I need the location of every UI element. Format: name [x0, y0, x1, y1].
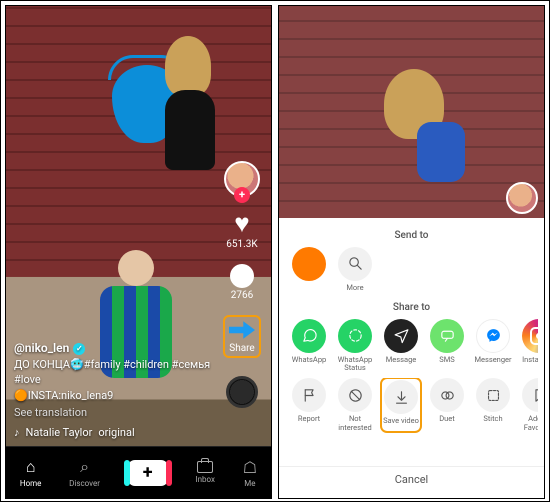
- sound-disc[interactable]: [226, 376, 258, 408]
- share-apps-row: WhatsApp WhatsApp Status Message SMS Mes…: [285, 319, 538, 379]
- bottom-nav: ⌂Home ⌕Discover + Inbox ☖Me: [6, 446, 271, 498]
- contact-avatar-icon: [292, 247, 326, 281]
- search-icon: [338, 247, 372, 281]
- nav-discover[interactable]: ⌕Discover: [69, 457, 100, 488]
- music-note-icon: ♪: [14, 425, 20, 440]
- author-avatar[interactable]: [224, 161, 260, 197]
- share-actions-row: Report Not interested Save video Duet St…: [285, 378, 538, 438]
- comment-icon: [230, 264, 254, 288]
- author-avatar[interactable]: [506, 182, 538, 214]
- not-interested-icon: [338, 378, 372, 412]
- plus-icon: +: [128, 460, 168, 486]
- action-report[interactable]: Report: [289, 378, 329, 432]
- comment-button[interactable]: 2766: [230, 264, 254, 301]
- action-favorite[interactable]: Add to Favorites: [519, 378, 538, 432]
- instagram-icon: [522, 319, 538, 353]
- share-sheet-screen: Send to More Share to WhatsApp WhatsApp …: [278, 5, 545, 499]
- whatsapp-icon: [292, 319, 326, 353]
- share-sms[interactable]: SMS: [427, 319, 467, 373]
- share-instagram[interactable]: Instagram: [519, 319, 538, 373]
- insta-text: 🟠INSTA:niko_lena9: [14, 388, 211, 403]
- author-row[interactable]: @niko_len ✓: [14, 340, 211, 357]
- android-softkeys: [6, 498, 271, 499]
- sound-title: Natalie Taylor: [26, 425, 93, 440]
- discover-icon: ⌕: [80, 457, 89, 477]
- send-contact[interactable]: [289, 247, 329, 292]
- share-whatsapp-status[interactable]: WhatsApp Status: [335, 319, 375, 373]
- sound-suffix: original: [98, 425, 134, 440]
- messenger-icon: [476, 319, 510, 353]
- send-to-heading: Send to: [285, 230, 538, 241]
- verified-icon: ✓: [73, 343, 85, 355]
- cancel-button[interactable]: Cancel: [279, 466, 544, 492]
- caption-area: @niko_len ✓ ДО КОНЦА🥶#family #children #…: [14, 340, 211, 440]
- feed-screen: ♥ 651.3K 2766 Share @niko_len ✓ ДО КОНЦА…: [5, 5, 272, 499]
- report-icon: [292, 378, 326, 412]
- nav-home[interactable]: ⌂Home: [20, 457, 42, 488]
- inbox-icon: [197, 461, 213, 473]
- caption-text: ДО КОНЦА🥶#family #children #семья #love: [14, 357, 211, 388]
- share-label: Share: [229, 343, 254, 354]
- sound-row[interactable]: ♪ Natalie Taylor original: [14, 425, 211, 440]
- download-icon: [384, 380, 418, 414]
- nav-me[interactable]: ☖Me: [243, 458, 257, 488]
- like-count: 651.3K: [226, 239, 257, 250]
- see-translation[interactable]: See translation: [14, 405, 211, 420]
- share-message[interactable]: Message: [381, 319, 421, 373]
- heart-icon: ♥: [234, 211, 249, 237]
- feed-video[interactable]: ♥ 651.3K 2766 Share @niko_len ✓ ДО КОНЦА…: [6, 6, 271, 498]
- video-peek: [279, 6, 544, 218]
- send-to-row: More: [285, 247, 538, 298]
- share-sheet: Send to More Share to WhatsApp WhatsApp …: [279, 218, 544, 498]
- nav-create[interactable]: +: [128, 460, 168, 486]
- action-rail: ♥ 651.3K 2766 Share: [219, 161, 265, 408]
- like-button[interactable]: ♥ 651.3K: [226, 211, 257, 250]
- home-icon: ⌂: [26, 457, 36, 477]
- action-duet[interactable]: Duet: [427, 378, 467, 432]
- bookmark-icon: [522, 378, 538, 412]
- author-handle: @niko_len: [14, 340, 69, 357]
- send-more[interactable]: More: [335, 247, 375, 292]
- share-icon: [229, 319, 255, 341]
- profile-icon: ☖: [243, 458, 257, 477]
- message-icon: [384, 319, 418, 353]
- action-rail-peek: [506, 182, 538, 214]
- share-to-heading: Share to: [285, 302, 538, 313]
- share-whatsapp[interactable]: WhatsApp: [289, 319, 329, 373]
- action-not-interested[interactable]: Not interested: [335, 378, 375, 432]
- duet-icon: [430, 378, 464, 412]
- share-button[interactable]: Share: [223, 315, 261, 358]
- whatsapp-status-icon: [338, 319, 372, 353]
- nav-inbox[interactable]: Inbox: [195, 461, 215, 484]
- share-messenger[interactable]: Messenger: [473, 319, 513, 373]
- sms-icon: [430, 319, 464, 353]
- stitch-icon: [476, 378, 510, 412]
- comment-count: 2766: [231, 290, 253, 301]
- action-stitch[interactable]: Stitch: [473, 378, 513, 432]
- action-save-video[interactable]: Save video: [381, 378, 421, 432]
- child-figure: [417, 122, 465, 182]
